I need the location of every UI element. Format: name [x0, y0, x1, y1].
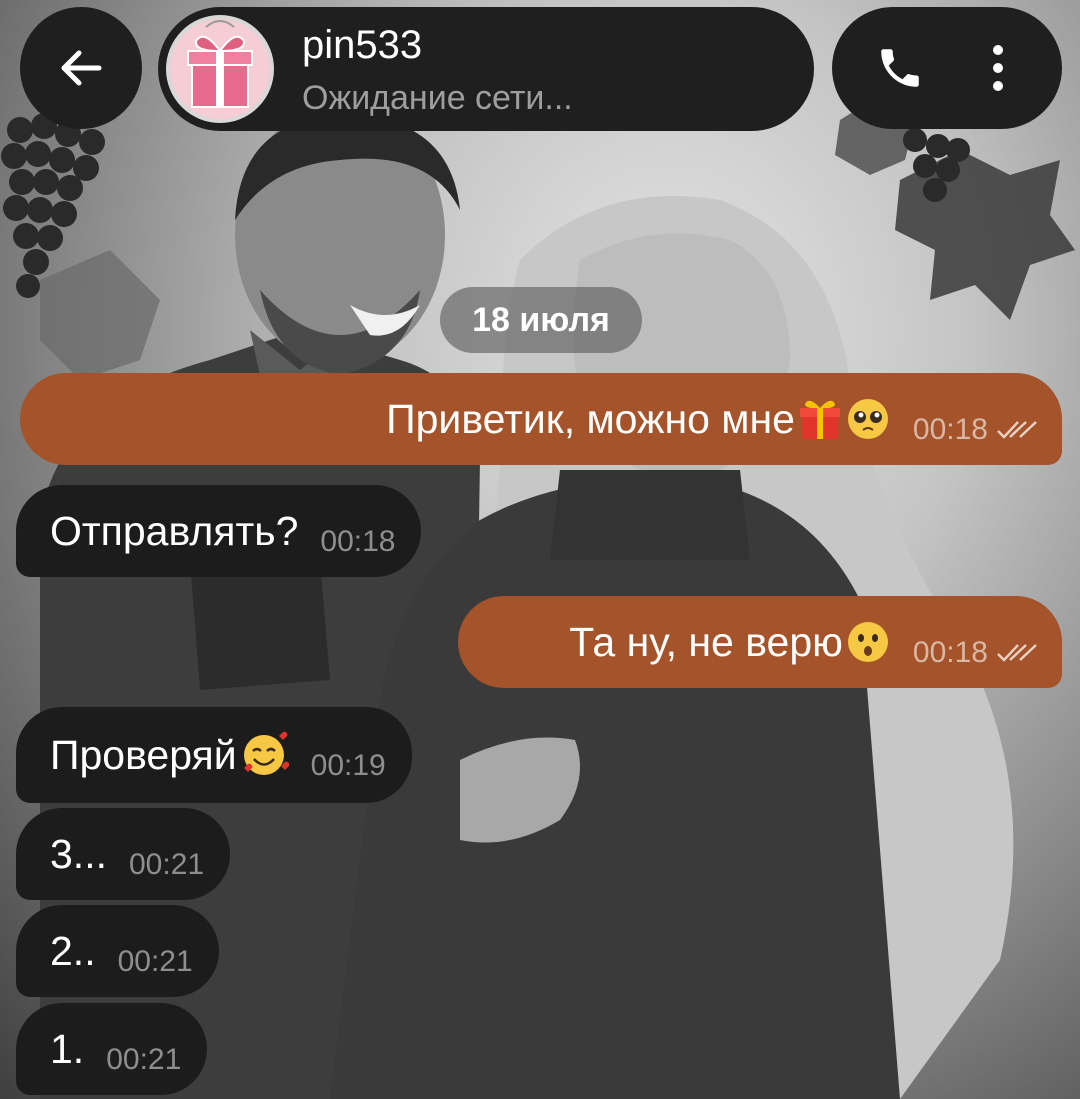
message-incoming[interactable]: Проверяй 00:19 [16, 707, 412, 803]
message-text: 1. [50, 1025, 85, 1072]
call-button[interactable] [850, 7, 950, 129]
message-incoming[interactable]: 3... 00:21 [16, 808, 231, 900]
hushed-face-emoji [847, 622, 888, 662]
message-time: 00:18 [912, 636, 988, 669]
message-time: 00:18 [320, 525, 396, 558]
arrow-left-icon [61, 50, 102, 86]
message-time: 00:21 [117, 945, 193, 978]
message-outgoing[interactable]: Приветик, можно мне 00:18 [20, 373, 1062, 465]
message-text: Приветик, можно мне [386, 395, 795, 442]
message-time: 00:21 [128, 848, 205, 881]
message-incoming[interactable]: 1. 00:21 [16, 1003, 208, 1095]
gift-emoji [799, 400, 840, 439]
contact-name: pin533 [302, 23, 423, 67]
message-text: 3... [50, 830, 107, 877]
more-options-button[interactable] [952, 7, 1044, 129]
back-button[interactable] [20, 7, 142, 129]
header-actions [832, 7, 1062, 129]
message-text: Та ну, не верю [569, 618, 843, 665]
message-time: 00:19 [310, 749, 386, 782]
message-text: 2.. [50, 927, 96, 974]
double-check-icon [997, 644, 1037, 662]
message-time: 00:21 [106, 1043, 182, 1076]
phone-icon [881, 49, 919, 87]
message-text: Отправлять? [50, 507, 299, 554]
message-incoming[interactable]: Отправлять? 00:18 [16, 485, 422, 577]
connection-status: Ожидание сети... [302, 79, 573, 117]
message-time: 00:18 [912, 413, 988, 446]
message-text: Проверяй [50, 731, 237, 778]
chat-header[interactable]: pin533 Ожидание сети... [158, 7, 814, 131]
avatar[interactable] [166, 15, 274, 123]
smiling-face-with-hearts-emoji [243, 731, 289, 775]
date-separator: 18 июля [440, 287, 642, 353]
gift-box-icon [170, 19, 270, 119]
pleading-face-emoji [847, 399, 888, 439]
message-outgoing[interactable]: Та ну, не верю 00:18 [458, 596, 1062, 688]
more-vertical-icon [993, 45, 1003, 91]
double-check-icon [997, 421, 1037, 439]
message-incoming[interactable]: 2.. 00:21 [16, 905, 219, 997]
